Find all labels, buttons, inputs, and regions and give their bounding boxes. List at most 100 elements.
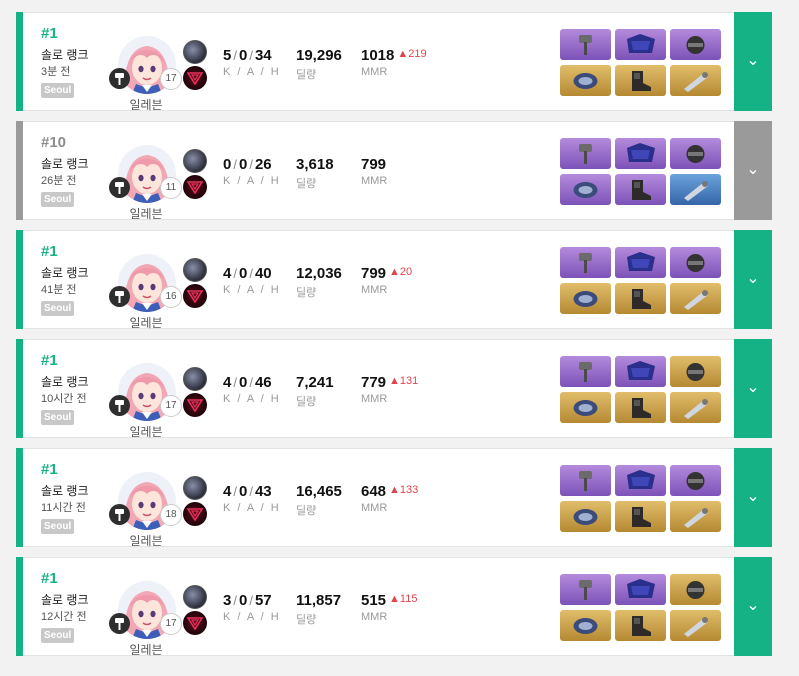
trait-core-icon[interactable] [183, 40, 207, 64]
trait-sub-icon[interactable] [183, 175, 207, 199]
weapon-item-icon[interactable] [560, 465, 611, 496]
weapon-item-icon[interactable] [560, 574, 611, 605]
leg-item-icon[interactable] [615, 501, 666, 532]
expand-button[interactable]: ⌄ [734, 12, 772, 111]
chevron-down-icon: ⌄ [746, 52, 760, 69]
head-item-icon[interactable] [670, 574, 721, 605]
accessory-item-icon[interactable] [670, 65, 721, 96]
weapon-item-icon[interactable] [560, 138, 611, 169]
arm-item-icon[interactable] [560, 501, 611, 532]
result-bar [16, 557, 23, 656]
character-name: 일레븐 [129, 425, 163, 439]
mmr-delta: ▲219 [397, 48, 427, 60]
leg-item-icon[interactable] [615, 610, 666, 641]
result-bar [16, 230, 23, 329]
accessory-item-icon[interactable] [670, 392, 721, 423]
character-name: 일레븐 [129, 643, 163, 657]
weapon-item-icon[interactable] [560, 29, 611, 60]
trait-core-icon[interactable] [183, 367, 207, 391]
trait-core-icon[interactable] [183, 476, 207, 500]
trait-sub-icon[interactable] [183, 502, 207, 526]
kda-value: 3/0/57 [223, 592, 272, 609]
game-mode: 솔로 랭크 [41, 48, 89, 62]
chest-item-icon[interactable] [615, 465, 666, 496]
chest-item-icon[interactable] [615, 574, 666, 605]
expand-button[interactable]: ⌄ [734, 448, 772, 547]
item-build [560, 465, 722, 532]
damage-value: 12,036 [296, 265, 342, 282]
kda-label: K / A / H [223, 175, 281, 187]
trait-core-icon[interactable] [183, 258, 207, 282]
match-rank: #1 [41, 570, 58, 587]
match-row[interactable]: #1 솔로 랭크 12시간 전 Seoul 17 일레븐 3 / 0 / 57 … [16, 557, 772, 657]
damage-value: 3,618 [296, 156, 334, 173]
expand-button[interactable]: ⌄ [734, 121, 772, 220]
kda-value: 5/0/34 [223, 47, 272, 64]
mmr-value: 1018 ▲219 [361, 47, 427, 64]
arm-item-icon[interactable] [560, 392, 611, 423]
head-item-icon[interactable] [670, 247, 721, 278]
item-build [560, 574, 722, 641]
trait-sub-icon[interactable] [183, 284, 207, 308]
weapon-item-icon[interactable] [560, 247, 611, 278]
chevron-down-icon: ⌄ [746, 379, 760, 396]
chest-item-icon[interactable] [615, 247, 666, 278]
expand-button[interactable]: ⌄ [734, 557, 772, 656]
kda-value: 4/0/40 [223, 265, 272, 282]
trait-sub-icon[interactable] [183, 611, 207, 635]
match-rank: #1 [41, 352, 58, 369]
arm-item-icon[interactable] [560, 65, 611, 96]
match-row[interactable]: #1 솔로 랭크 10시간 전 Seoul 17 일레븐 4 / 0 / 46 … [16, 339, 772, 439]
match-row[interactable]: #1 솔로 랭크 41분 전 Seoul 16 일레븐 4 / 0 / 40 K… [16, 230, 772, 330]
character-level-badge: 17 [160, 68, 182, 90]
expand-button[interactable]: ⌄ [734, 339, 772, 438]
leg-item-icon[interactable] [615, 283, 666, 314]
chevron-down-icon: ⌄ [746, 488, 760, 505]
match-row[interactable]: #10 솔로 랭크 26분 전 Seoul 11 일레븐 0 / 0 / 26 … [16, 121, 772, 221]
trait-core-icon[interactable] [183, 149, 207, 173]
time-ago: 3분 전 [41, 66, 71, 78]
region-badge: Seoul [41, 192, 75, 207]
item-build [560, 356, 722, 423]
chest-item-icon[interactable] [615, 138, 666, 169]
trait-sub-icon[interactable] [183, 393, 207, 417]
region-badge: Seoul [41, 628, 75, 643]
weapon-item-icon[interactable] [560, 356, 611, 387]
character-level-badge: 17 [160, 395, 182, 417]
accessory-item-icon[interactable] [670, 610, 721, 641]
trait-core-icon[interactable] [183, 585, 207, 609]
head-item-icon[interactable] [670, 29, 721, 60]
mmr-delta: ▲131 [389, 375, 419, 387]
arm-item-icon[interactable] [560, 610, 611, 641]
damage-value: 11,857 [296, 592, 342, 609]
hammer-icon [109, 395, 130, 416]
leg-item-icon[interactable] [615, 65, 666, 96]
accessory-item-icon[interactable] [670, 501, 721, 532]
mmr-delta: ▲20 [389, 266, 413, 278]
match-row[interactable]: #1 솔로 랭크 3분 전 Seoul 17 일레븐 5 / 0 / 34 K … [16, 12, 772, 112]
leg-item-icon[interactable] [615, 392, 666, 423]
arm-item-icon[interactable] [560, 283, 611, 314]
arm-item-icon[interactable] [560, 174, 611, 205]
chest-item-icon[interactable] [615, 29, 666, 60]
kda-label: K / A / H [223, 66, 281, 78]
head-item-icon[interactable] [670, 356, 721, 387]
expand-button[interactable]: ⌄ [734, 230, 772, 329]
game-mode: 솔로 랭크 [41, 593, 89, 607]
match-row[interactable]: #1 솔로 랭크 11시간 전 Seoul 18 일레븐 4 / 0 / 43 … [16, 448, 772, 548]
trait-sub-icon[interactable] [183, 66, 207, 90]
head-item-icon[interactable] [670, 138, 721, 169]
accessory-item-icon[interactable] [670, 174, 721, 205]
leg-item-icon[interactable] [615, 174, 666, 205]
character-name: 일레븐 [129, 207, 163, 221]
mmr-label: MMR [361, 611, 388, 623]
chest-item-icon[interactable] [615, 356, 666, 387]
item-build [560, 247, 722, 314]
head-item-icon[interactable] [670, 465, 721, 496]
accessory-item-icon[interactable] [670, 283, 721, 314]
mmr-value: 648 ▲133 [361, 483, 419, 500]
damage-label: 딜량 [296, 69, 317, 81]
chevron-down-icon: ⌄ [746, 597, 760, 614]
hammer-icon [109, 177, 130, 198]
character-name: 일레븐 [129, 98, 163, 112]
